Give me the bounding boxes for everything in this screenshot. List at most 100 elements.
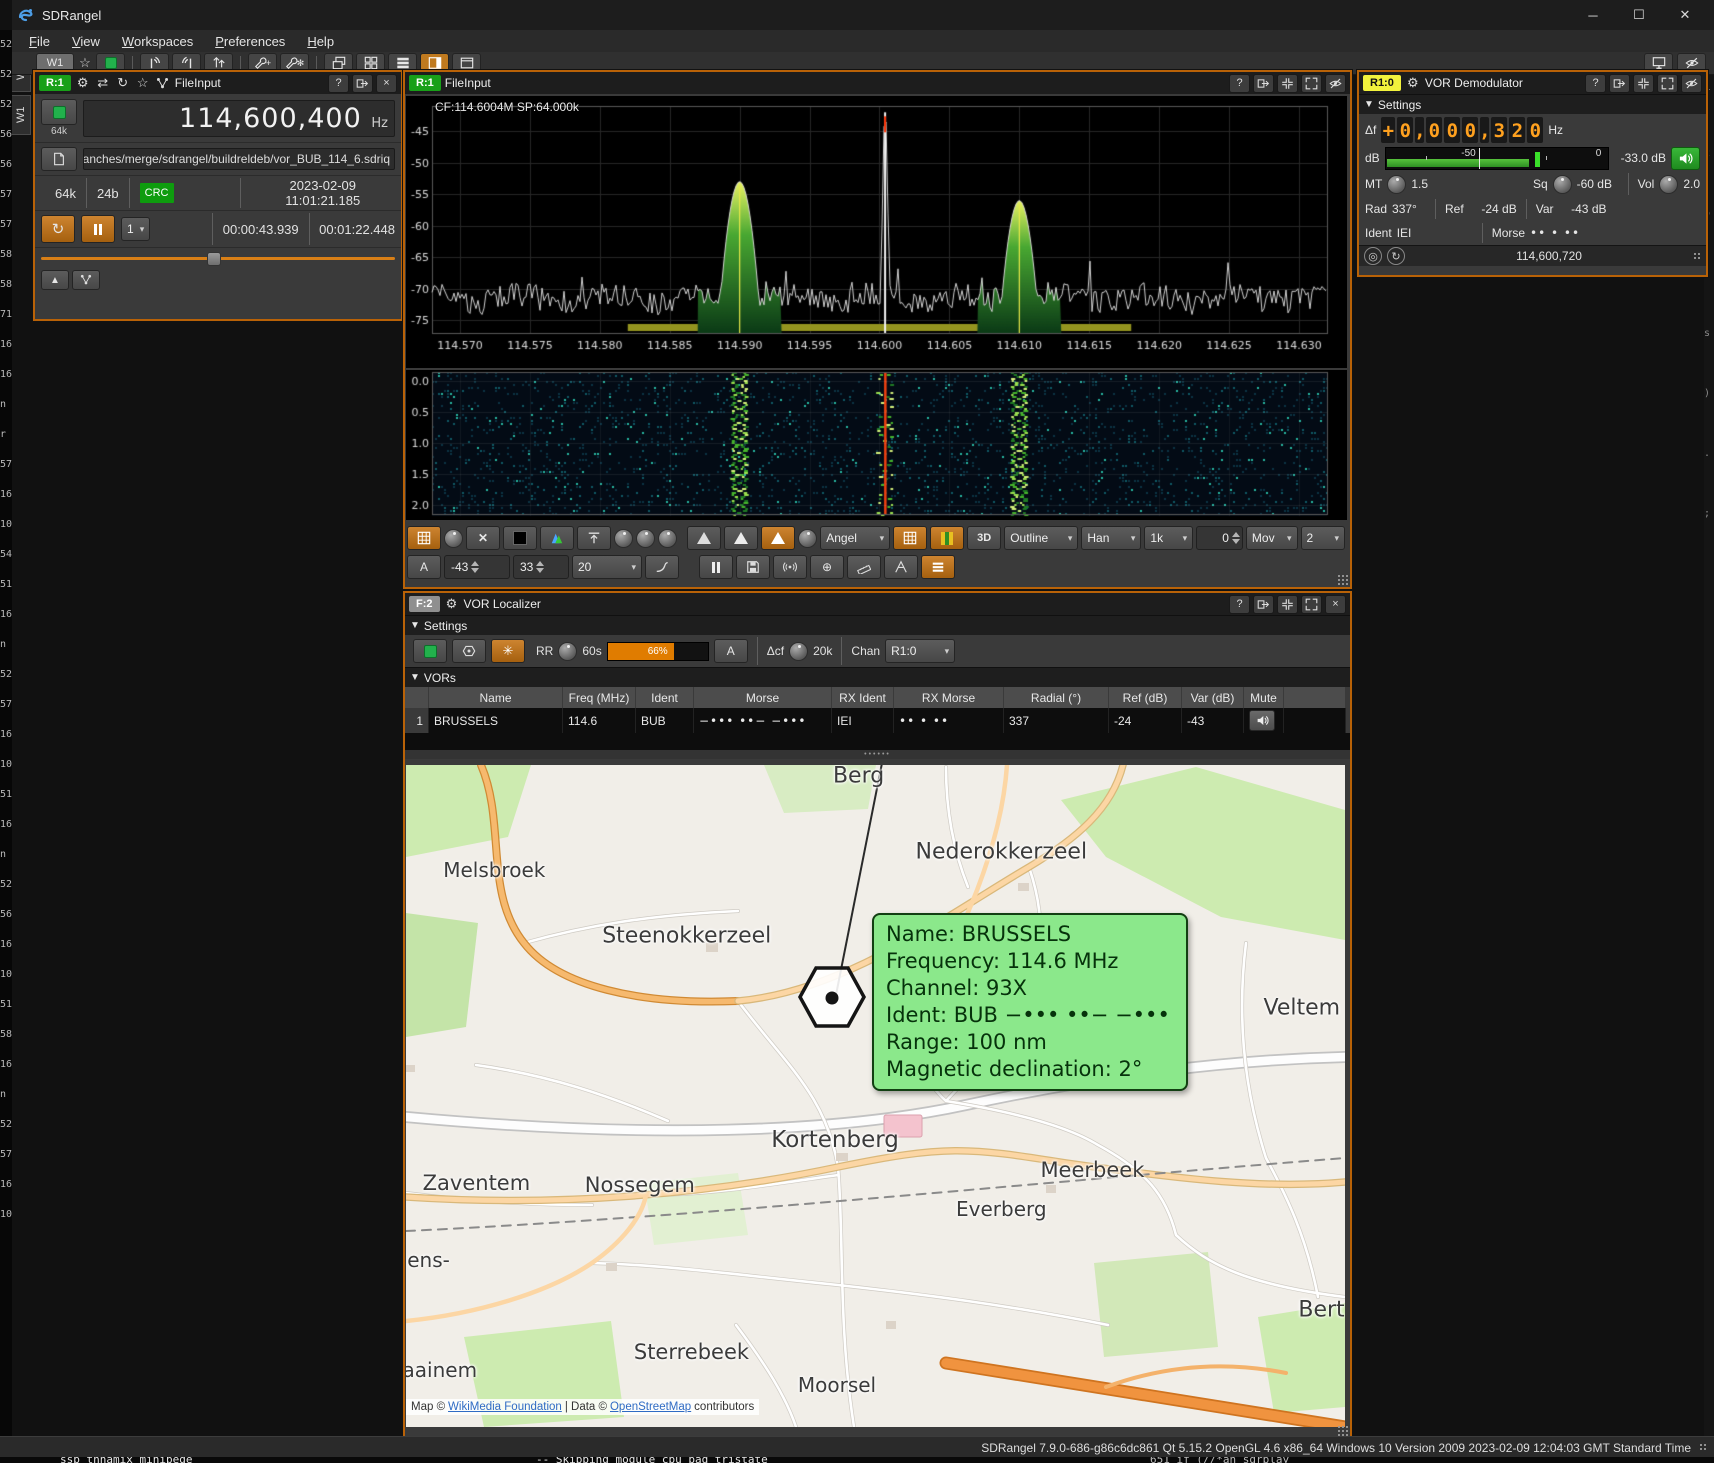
pipeline-button[interactable] xyxy=(72,270,100,290)
histogram-filled-button[interactable] xyxy=(724,526,758,550)
maximize-window-button[interactable] xyxy=(1301,74,1322,93)
shrink-window-button[interactable] xyxy=(1633,74,1654,93)
table-map-splitter[interactable]: •••••• xyxy=(405,750,1350,759)
range-spinbox[interactable]: 33 xyxy=(513,555,569,579)
resize-grip[interactable] xyxy=(1337,1425,1348,1436)
fft-size-dropdown[interactable]: 1k▾ xyxy=(1144,526,1193,550)
playback-position-slider[interactable] xyxy=(41,251,395,265)
mute-button[interactable] xyxy=(1249,710,1275,731)
fft-overlap-spinbox[interactable]: 0 xyxy=(1196,526,1243,550)
spectrum-style-button[interactable] xyxy=(540,526,574,550)
device-pipeline-icon[interactable] xyxy=(155,75,171,91)
waterfall-knob[interactable] xyxy=(636,529,655,548)
acquisition-indicator-button[interactable]: ▲ xyxy=(41,270,69,290)
settings-gear-icon[interactable]: ⚙ xyxy=(75,75,91,91)
move-to-workspace-button[interactable] xyxy=(1253,595,1274,614)
spectrum-titlebar[interactable]: R:1 FileInput ? xyxy=(405,72,1350,94)
close-device-button[interactable]: × xyxy=(376,74,397,93)
workspace-tab-w1[interactable]: W1 xyxy=(12,95,31,135)
ref-level-spinbox[interactable]: -43 xyxy=(444,555,510,579)
center-frequency-display[interactable]: 114,600,400 Hz xyxy=(83,100,395,137)
dial-digit[interactable]: , xyxy=(1480,117,1489,143)
dial-digit[interactable]: + xyxy=(1381,117,1395,143)
decay-knob[interactable] xyxy=(798,529,817,548)
column-header-name[interactable]: Name xyxy=(429,687,563,708)
histogram-knob[interactable] xyxy=(658,529,677,548)
column-header-var-db-[interactable]: Var (dB) xyxy=(1182,687,1244,708)
shrink-window-button[interactable] xyxy=(1277,74,1298,93)
dial-digit[interactable]: 0 xyxy=(1462,117,1478,143)
pause-button[interactable] xyxy=(81,215,115,243)
localizer-settings-header[interactable]: ▼Settings xyxy=(405,615,1350,635)
help-button[interactable]: ? xyxy=(328,74,349,93)
clear-spectrum-button[interactable]: ✕ xyxy=(466,526,500,550)
settings-gear-icon[interactable]: ⚙ xyxy=(1405,75,1421,91)
move-to-workspace-button[interactable] xyxy=(1253,74,1274,93)
help-button[interactable]: ? xyxy=(1229,74,1250,93)
help-button[interactable]: ? xyxy=(1229,595,1250,614)
waterfall-toggle-button[interactable] xyxy=(930,526,964,550)
playback-speed-dropdown[interactable]: 1▾ xyxy=(121,217,150,241)
dial-digit[interactable]: 0 xyxy=(1444,117,1460,143)
dial-digit[interactable]: 3 xyxy=(1491,117,1507,143)
maximize-window-button[interactable] xyxy=(1657,74,1678,93)
save-spectrum-button[interactable] xyxy=(736,555,770,579)
demod-settings-header[interactable]: ▼Settings xyxy=(1359,94,1706,114)
trace-intensity-knob[interactable] xyxy=(614,529,633,548)
maximize-window-button[interactable] xyxy=(1301,595,1322,614)
3d-spectrogram-button[interactable]: 3D xyxy=(967,526,1001,550)
channel-shift-icon[interactable]: ↻ xyxy=(1387,247,1405,265)
auto-channels-button[interactable]: A xyxy=(714,639,748,663)
averaging-mode-dropdown[interactable]: Mov▾ xyxy=(1246,526,1298,550)
move-to-workspace-button[interactable] xyxy=(352,74,373,93)
column-header-mute[interactable]: Mute xyxy=(1244,687,1284,708)
decay-dropdown[interactable]: 20▾ xyxy=(572,555,642,579)
move-to-workspace-button[interactable] xyxy=(1609,74,1630,93)
averaging-count-dropdown[interactable]: 2▾ xyxy=(1301,526,1346,550)
spectrum-display[interactable] xyxy=(406,96,1347,368)
settings-gear-icon[interactable]: ⚙ xyxy=(444,596,460,612)
start-stop-button[interactable] xyxy=(41,99,77,125)
resize-grip[interactable] xyxy=(1693,252,1701,260)
menu-preferences[interactable]: Preferences xyxy=(206,32,294,51)
column-header-rx-ident[interactable]: RX Ident xyxy=(832,687,894,708)
draw-radii-button[interactable] xyxy=(452,639,486,663)
autoscale-button[interactable]: A xyxy=(407,555,441,579)
dial-digit[interactable]: 0 xyxy=(1527,117,1543,143)
slider-handle[interactable] xyxy=(207,252,221,266)
calibration-button[interactable] xyxy=(884,555,918,579)
waterfall-display[interactable] xyxy=(406,370,1347,520)
measurement-ruler-button[interactable] xyxy=(847,555,881,579)
measurements-menu-button[interactable] xyxy=(921,555,955,579)
channel-shift-knob[interactable] xyxy=(789,642,808,661)
column-header-rx-morse[interactable]: RX Morse xyxy=(894,687,1004,708)
channel-dropdown[interactable]: R1:0▾ xyxy=(885,639,955,663)
fft-window-dropdown[interactable]: Han▾ xyxy=(1081,526,1141,550)
close-button[interactable]: ✕ xyxy=(1662,0,1708,30)
column-header-freq-mhz-[interactable]: Freq (MHz) xyxy=(563,687,636,708)
favorite-star-icon[interactable]: ☆ xyxy=(135,75,151,91)
reload-device-icon[interactable]: ↻ xyxy=(115,75,131,91)
close-feature-button[interactable]: × xyxy=(1325,595,1346,614)
shrink-window-button[interactable] xyxy=(1277,595,1298,614)
colormap-dropdown[interactable]: Angel▾ xyxy=(820,526,890,550)
file-path-field[interactable]: branches/merge/sdrangel/buildreldeb/vor_… xyxy=(83,148,395,170)
frequency-dial[interactable]: +0,000,320 xyxy=(1381,117,1543,143)
column-header-morse[interactable]: Morse xyxy=(694,687,832,708)
channel-marker-icon[interactable]: ◎ xyxy=(1364,247,1382,265)
vors-section-header[interactable]: ▼VORs xyxy=(405,667,1350,687)
column-header-ref-db-[interactable]: Ref (dB) xyxy=(1109,687,1182,708)
menu-file[interactable]: File xyxy=(20,32,59,51)
waterfall-position-button[interactable] xyxy=(893,526,927,550)
dial-digit[interactable]: 0 xyxy=(1397,117,1413,143)
minimize-button[interactable]: ─ xyxy=(1570,0,1616,30)
column-header-radial-[interactable]: Radial (°) xyxy=(1004,687,1109,708)
background-color-button[interactable] xyxy=(503,526,537,550)
hide-window-button[interactable] xyxy=(1681,74,1702,93)
freeze-button[interactable] xyxy=(699,555,733,579)
resize-grip[interactable] xyxy=(1337,574,1348,585)
rotation-rate-knob[interactable] xyxy=(558,642,577,661)
menu-view[interactable]: View xyxy=(63,32,109,51)
volume-knob[interactable] xyxy=(1659,175,1678,194)
grid-toggle-button[interactable] xyxy=(407,526,441,550)
